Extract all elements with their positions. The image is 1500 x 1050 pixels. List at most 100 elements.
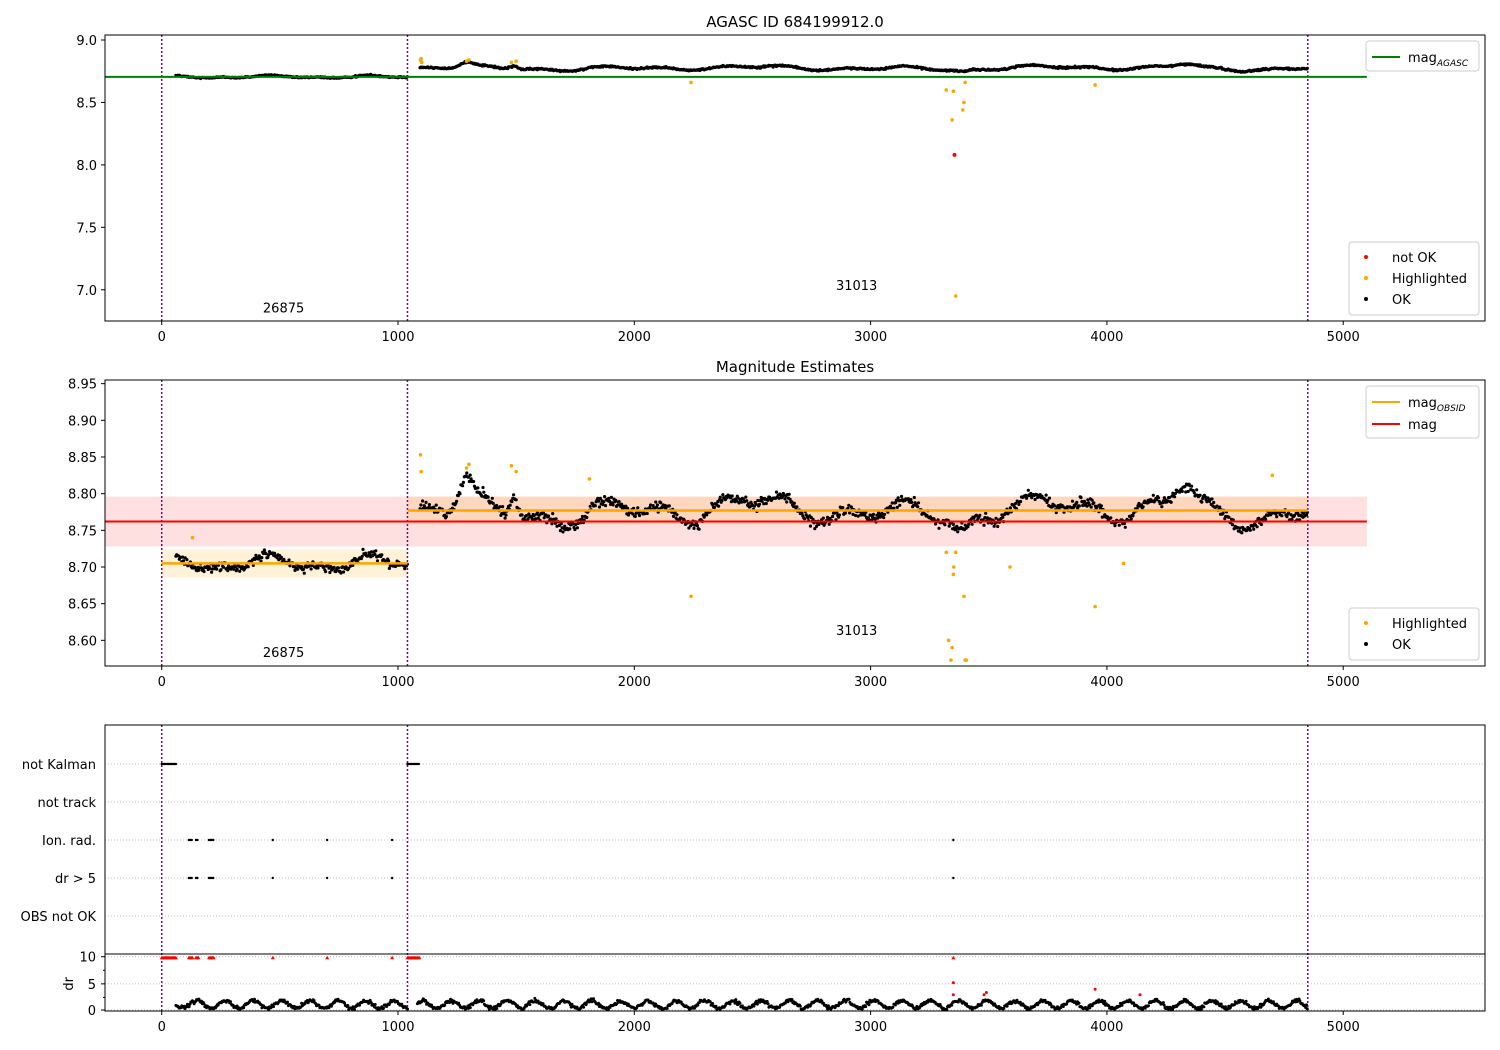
legend-point-label: Highlighted	[1392, 617, 1467, 632]
ok-point	[910, 500, 914, 504]
dr-point	[229, 1000, 232, 1004]
ok-point	[757, 502, 762, 506]
highlighted-point	[1008, 565, 1012, 569]
ok-point	[511, 493, 516, 497]
x-tick-label: 4000	[1090, 1020, 1123, 1035]
ok-point	[1070, 499, 1075, 503]
dr-point	[253, 997, 256, 1001]
ok-point	[444, 515, 448, 519]
x-tick-label: 3000	[854, 330, 887, 345]
dr-point	[1202, 1005, 1206, 1009]
not-ok-points	[952, 152, 957, 157]
ok-point	[637, 513, 642, 518]
highlighted-point	[418, 453, 423, 457]
ok-point	[717, 504, 721, 508]
ok-point	[970, 522, 974, 526]
highlighted-point	[1093, 83, 1097, 87]
ok-point	[697, 527, 701, 531]
highlighted-point	[944, 88, 949, 92]
ok-point	[550, 522, 554, 526]
ok-point	[898, 503, 902, 507]
highlighted-point	[964, 658, 969, 662]
ok-point	[1305, 66, 1309, 70]
dr-point	[1161, 1001, 1165, 1005]
ok-point	[215, 567, 219, 571]
dr-point	[714, 1004, 718, 1008]
highlighted-point	[1093, 604, 1097, 609]
highlighted-point	[587, 477, 592, 481]
ok-point	[611, 503, 615, 507]
ok-point	[424, 500, 428, 504]
flag-label: not Kalman	[22, 758, 96, 773]
ok-point	[1275, 515, 1279, 519]
ok-point	[1019, 499, 1023, 504]
highlighted-point	[951, 565, 956, 569]
dr-point	[373, 1003, 377, 1006]
legend-subscript: AGASC	[1436, 59, 1469, 69]
highlighted-point	[419, 469, 423, 474]
dr-outlier	[951, 993, 955, 997]
ok-point	[841, 506, 845, 510]
ok-point	[288, 564, 292, 568]
y-tick-label: 8.60	[68, 634, 97, 649]
y-tick-label: 7.5	[76, 221, 97, 236]
legend-marker	[1364, 297, 1368, 301]
ok-point	[1026, 488, 1030, 492]
ok-point	[602, 500, 606, 504]
ok-point	[461, 484, 465, 488]
ok-point	[260, 556, 264, 560]
obsid-label: 31013	[836, 279, 877, 294]
ok-point	[434, 503, 438, 507]
ok-point	[937, 526, 941, 530]
ok-point	[895, 505, 899, 509]
ok-point	[1290, 517, 1294, 521]
dr-point	[242, 1006, 246, 1010]
ok-point	[490, 496, 494, 500]
flag-point	[271, 876, 274, 880]
ok-point	[1044, 493, 1048, 497]
legend-line-label: mag	[1408, 418, 1437, 433]
ok-point	[202, 569, 206, 574]
ok-point	[956, 530, 960, 534]
x-tick-label: 4000	[1090, 330, 1123, 345]
ok-point	[287, 558, 291, 562]
ok-point	[1230, 523, 1234, 527]
ok-point	[246, 565, 250, 569]
highlighted-point	[949, 658, 953, 662]
flag-point	[174, 762, 178, 766]
ok-point	[1001, 515, 1005, 519]
ok-point	[827, 522, 831, 526]
ok-point	[984, 511, 988, 515]
ok-point	[633, 514, 637, 519]
x-tick-label: 4000	[1090, 675, 1123, 690]
ok-point	[695, 524, 700, 528]
highlighted-point	[514, 469, 518, 474]
ok-point	[1186, 489, 1190, 494]
ok-point	[501, 505, 505, 509]
legend-point-label: OK	[1392, 293, 1411, 308]
ok-point	[458, 492, 462, 496]
dr-point	[1219, 1002, 1223, 1006]
flag-label: not track	[37, 796, 96, 811]
obsid-label: 26875	[263, 646, 304, 661]
ok-point	[341, 570, 346, 574]
ok-point	[871, 512, 876, 517]
ok-point	[996, 524, 1000, 529]
ok-point	[1173, 491, 1177, 496]
flag-point	[390, 838, 394, 842]
ok-point	[967, 522, 971, 526]
x-tick-label: 3000	[854, 675, 887, 690]
x-tick-label: 0	[158, 675, 166, 690]
ok-point	[603, 495, 607, 499]
ok-point	[718, 495, 722, 499]
highlighted-point	[419, 56, 423, 61]
ok-point	[1210, 497, 1214, 501]
ok-point	[468, 473, 472, 477]
dr-outlier	[984, 991, 988, 995]
y-tick-label: 8.75	[68, 524, 97, 539]
ok-point	[510, 500, 514, 504]
ok-point	[821, 516, 825, 520]
x-tick-label: 2000	[618, 675, 651, 690]
ok-point	[992, 524, 996, 528]
ok-point	[551, 511, 555, 516]
